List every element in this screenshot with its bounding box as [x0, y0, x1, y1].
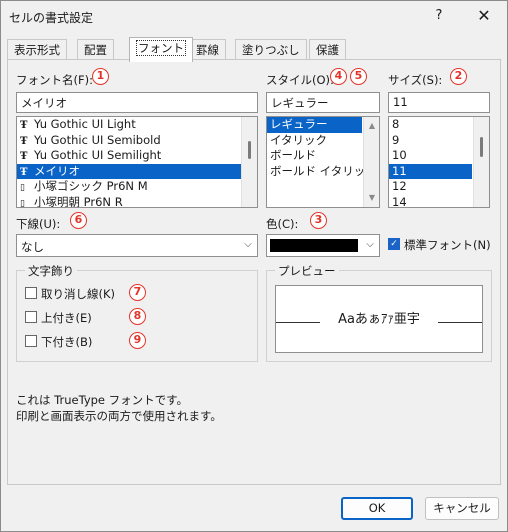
scroll-down-icon[interactable]: ▼: [364, 191, 379, 205]
preview-group-title: プレビュー: [275, 263, 339, 279]
size-list-scrollbar[interactable]: [473, 117, 489, 207]
opentype-icon: ▯: [20, 198, 25, 208]
list-item-label: Yu Gothic UI Light: [34, 117, 136, 131]
truetype-icon: Ŧ: [20, 166, 28, 178]
chevron-down-icon: ⌵: [244, 239, 252, 250]
cancel-button[interactable]: キャンセル: [425, 497, 499, 520]
list-item-label: 小塚明朝 Pr6N R: [34, 194, 123, 208]
tab-font-label: フォント: [136, 40, 186, 56]
font-name-list[interactable]: Ŧ Yu Gothic UI Light Ŧ Yu Gothic UI Semibo…: [16, 116, 258, 208]
truetype-icon: Ŧ: [20, 120, 28, 131]
title-bar: セルの書式設定 ? ✕: [1, 1, 507, 31]
badge-8: 8: [129, 308, 146, 325]
badge-4: 4: [330, 68, 347, 85]
effects-group-title: 文字飾り: [25, 263, 77, 279]
strikethrough-checkbox[interactable]: [25, 287, 37, 299]
badge-6: 6: [70, 212, 87, 229]
font-info-line2: 印刷と画面表示の両方で使用されます。: [16, 409, 222, 423]
tab-number[interactable]: 表示形式: [7, 39, 67, 61]
badge-9: 9: [129, 332, 146, 349]
format-cells-dialog: セルの書式設定 ? ✕ 表示形式 配置 フォント 罫線 塗りつぶし 保護 フォン…: [0, 0, 508, 532]
underline-label: 下線(U):: [16, 217, 61, 231]
normal-font-checkbox[interactable]: ✓: [388, 238, 400, 250]
list-item[interactable]: Ŧ Yu Gothic UI Semilight: [17, 148, 257, 164]
help-button[interactable]: ?: [429, 5, 449, 27]
tab-fill[interactable]: 塗りつぶし: [235, 39, 307, 61]
dialog-title: セルの書式設定: [9, 11, 94, 25]
font-name-label: フォント名(F):: [16, 73, 93, 87]
list-item[interactable]: ▯ 小塚ゴシック Pr6N M: [17, 179, 257, 195]
scrollbar-thumb[interactable]: [248, 141, 251, 159]
badge-2: 2: [450, 68, 467, 85]
list-item[interactable]: Ŧ Yu Gothic UI Light: [17, 117, 257, 133]
font-name-input[interactable]: メイリオ: [16, 92, 258, 113]
superscript-checkbox[interactable]: [25, 311, 37, 323]
badge-7: 7: [129, 284, 146, 301]
size-input[interactable]: 11: [388, 92, 490, 113]
underline-select[interactable]: なし ⌵: [16, 234, 258, 257]
list-item-label: Yu Gothic UI Semibold: [34, 132, 161, 147]
effects-group: 文字飾り 取り消し線(K) 7 上付き(E) 8 下付き(B) 9: [16, 263, 258, 362]
list-item[interactable]: Ŧ Yu Gothic UI Semibold: [17, 133, 257, 149]
list-item[interactable]: レギュラー: [267, 117, 362, 133]
close-button[interactable]: ✕: [471, 5, 497, 27]
color-swatch: [270, 239, 358, 252]
font-info-line1: これは TrueType フォントです。: [16, 393, 189, 407]
style-list-scrollbar[interactable]: ▲ ▼: [363, 117, 379, 207]
chevron-down-icon: ⌵: [366, 239, 374, 250]
tab-protection[interactable]: 保護: [309, 39, 346, 61]
list-item[interactable]: ▯ 小塚明朝 Pr6N R: [17, 194, 257, 208]
size-list[interactable]: 8 9 10 11 12 14: [388, 116, 490, 208]
style-list[interactable]: レギュラー イタリック ボールド ボールド イタリック ▲ ▼: [266, 116, 380, 208]
badge-3: 3: [310, 212, 327, 229]
list-item-label: Yu Gothic UI Semilight: [34, 148, 162, 162]
badge-1: 1: [92, 68, 109, 85]
badge-5: 5: [350, 68, 367, 85]
tab-alignment[interactable]: 配置: [77, 39, 114, 61]
preview-group: プレビュー Aaあぁｱｧ亜宇: [266, 263, 492, 362]
list-item-label: 小塚ゴシック Pr6N M: [34, 179, 148, 193]
preview-box: Aaあぁｱｧ亜宇: [275, 285, 483, 353]
underline-value: なし: [21, 240, 44, 254]
tab-border[interactable]: 罫線: [189, 39, 226, 61]
preview-text: Aaあぁｱｧ亜宇: [338, 312, 420, 327]
style-label: スタイル(O):: [266, 73, 334, 87]
style-input[interactable]: レギュラー: [266, 92, 380, 113]
list-item[interactable]: 11: [389, 163, 472, 179]
subscript-label: 下付き(B): [41, 335, 93, 349]
strikethrough-label: 取り消し線(K): [41, 287, 116, 301]
scrollbar-thumb[interactable]: [480, 137, 483, 157]
font-list-scrollbar[interactable]: [241, 117, 257, 207]
ok-button[interactable]: OK: [341, 497, 413, 520]
list-item-label: メイリオ: [34, 163, 80, 178]
color-label: 色(C):: [266, 217, 299, 231]
normal-font-label: 標準フォント(N): [404, 238, 491, 252]
tab-font[interactable]: フォント: [129, 37, 193, 62]
font-info: これは TrueType フォントです。 印刷と画面表示の両方で使用されます。: [16, 392, 222, 424]
font-tab-panel: フォント名(F): 1 メイリオ Ŧ Yu Gothic UI Light Ŧ Yu…: [7, 59, 501, 485]
list-item[interactable]: Ŧ メイリオ: [17, 163, 257, 179]
subscript-checkbox[interactable]: [25, 335, 37, 347]
scroll-up-icon[interactable]: ▲: [364, 119, 379, 133]
size-label: サイズ(S):: [388, 73, 443, 87]
truetype-icon: Ŧ: [20, 151, 28, 162]
superscript-label: 上付き(E): [41, 311, 92, 325]
color-select[interactable]: ⌵: [266, 234, 380, 257]
truetype-icon: Ŧ: [20, 135, 28, 147]
